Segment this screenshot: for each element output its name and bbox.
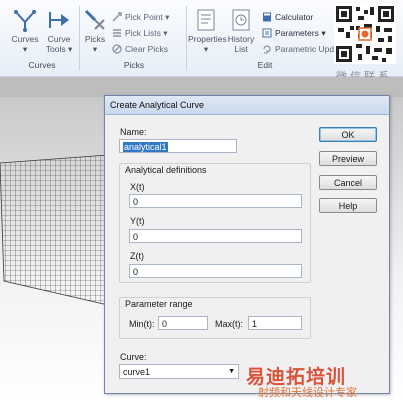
curve-tools-label-2: Tools bbox=[45, 44, 66, 54]
parameters-menu[interactable]: Parameters ▾ bbox=[262, 28, 326, 39]
parameters-icon bbox=[262, 28, 272, 38]
clear-picks-label: Clear Picks bbox=[125, 44, 168, 54]
picks-button-label: Picks bbox=[84, 34, 106, 44]
create-analytical-curve-dialog: Create Analytical Curve Name: analytical… bbox=[104, 95, 390, 394]
curve-tools-label-1: Curve bbox=[47, 34, 71, 44]
pick-point-menu[interactable]: Pick Point ▾ bbox=[112, 12, 169, 23]
properties-label: Properties bbox=[188, 34, 227, 44]
min-t-input[interactable]: 0 bbox=[158, 316, 208, 330]
curve-select-value: curve1 bbox=[123, 367, 151, 377]
workspace-header-band bbox=[0, 77, 403, 97]
dialog-title: Create Analytical Curve bbox=[105, 96, 389, 115]
qr-code-image bbox=[334, 4, 396, 64]
chevron-down-icon: ▾ bbox=[22, 44, 28, 54]
ok-button[interactable]: OK bbox=[319, 127, 377, 142]
calculator-icon bbox=[263, 12, 271, 22]
pick-lists-label: Pick Lists bbox=[125, 28, 161, 38]
pick-point-label: Pick Point bbox=[125, 12, 163, 22]
properties-button[interactable]: Properties ▾ bbox=[188, 8, 227, 54]
yt-label: Y(t) bbox=[130, 216, 145, 226]
xt-label: X(t) bbox=[130, 182, 145, 192]
chevron-down-icon: ▾ bbox=[67, 44, 73, 54]
mesh-surface bbox=[0, 155, 109, 306]
max-t-label: Max(t): bbox=[215, 319, 243, 329]
history-icon bbox=[232, 9, 250, 31]
help-button[interactable]: Help bbox=[319, 198, 377, 213]
yt-input[interactable]: 0 bbox=[129, 229, 302, 243]
curve-tools-button[interactable]: Curve Tools ▾ bbox=[42, 8, 76, 54]
pick-lists-menu[interactable]: Pick Lists ▾ bbox=[112, 28, 168, 39]
edit-group-label: Edit bbox=[257, 60, 273, 70]
picks-icon bbox=[84, 9, 105, 30]
xt-input[interactable]: 0 bbox=[129, 194, 302, 208]
chevron-down-icon: ▼ bbox=[228, 368, 235, 375]
history-label-1: History bbox=[227, 34, 255, 44]
properties-icon bbox=[197, 9, 215, 31]
chevron-down-icon: ▾ bbox=[165, 12, 170, 22]
clear-picks-icon bbox=[112, 44, 122, 54]
curves-group-label: Curves bbox=[28, 60, 56, 70]
parametric-update-label: Parametric Upd bbox=[275, 44, 335, 54]
clear-picks-button[interactable]: Clear Picks bbox=[112, 44, 168, 54]
group-separator bbox=[186, 6, 187, 70]
max-t-input[interactable]: 1 bbox=[248, 316, 302, 330]
picks-button[interactable]: Picks ▾ bbox=[82, 8, 108, 54]
pick-lists-icon bbox=[113, 29, 121, 37]
chevron-down-icon: ▾ bbox=[321, 28, 326, 38]
chevron-down-icon: ▾ bbox=[92, 44, 98, 54]
parametric-update-button[interactable]: Parametric Upd bbox=[262, 44, 334, 54]
min-t-label: Min(t): bbox=[129, 319, 155, 329]
chevron-down-icon: ▾ bbox=[163, 28, 168, 38]
parametric-update-icon bbox=[263, 45, 271, 54]
calculator-label: Calculator bbox=[275, 12, 314, 22]
name-input[interactable]: analytical1 bbox=[119, 139, 237, 153]
preview-button[interactable]: Preview bbox=[319, 151, 377, 166]
curve-select[interactable]: curve1 ▼ bbox=[119, 364, 239, 379]
chevron-down-icon: ▾ bbox=[203, 44, 209, 54]
analytical-definitions-label: Analytical definitions bbox=[125, 165, 207, 175]
history-label-2: List bbox=[234, 44, 248, 54]
pick-point-icon bbox=[112, 12, 122, 22]
calculator-button[interactable]: Calculator bbox=[262, 12, 313, 22]
history-list-button[interactable]: History List bbox=[226, 8, 256, 54]
zt-input[interactable]: 0 bbox=[129, 264, 302, 278]
parameters-label: Parameters bbox=[275, 28, 319, 38]
picks-group-label: Picks bbox=[123, 60, 145, 70]
curves-button[interactable]: Curves ▾ bbox=[8, 8, 42, 54]
zt-label: Z(t) bbox=[130, 251, 144, 261]
cancel-button[interactable]: Cancel bbox=[319, 175, 377, 190]
parameter-range-label: Parameter range bbox=[125, 299, 193, 309]
name-input-value: analytical1 bbox=[123, 142, 168, 152]
site-watermark-subtitle: 射频和天线设计专家 bbox=[258, 387, 357, 399]
curves-icon bbox=[14, 10, 36, 32]
ribbon: Curves ▾ Curve Tools ▾ Curves Picks ▾ Pi… bbox=[0, 0, 403, 83]
group-separator bbox=[79, 6, 80, 70]
curve-label: Curve: bbox=[120, 352, 147, 362]
curve-tools-icon bbox=[49, 12, 69, 28]
name-label: Name: bbox=[120, 127, 147, 137]
curves-button-label: Curves bbox=[11, 34, 39, 44]
